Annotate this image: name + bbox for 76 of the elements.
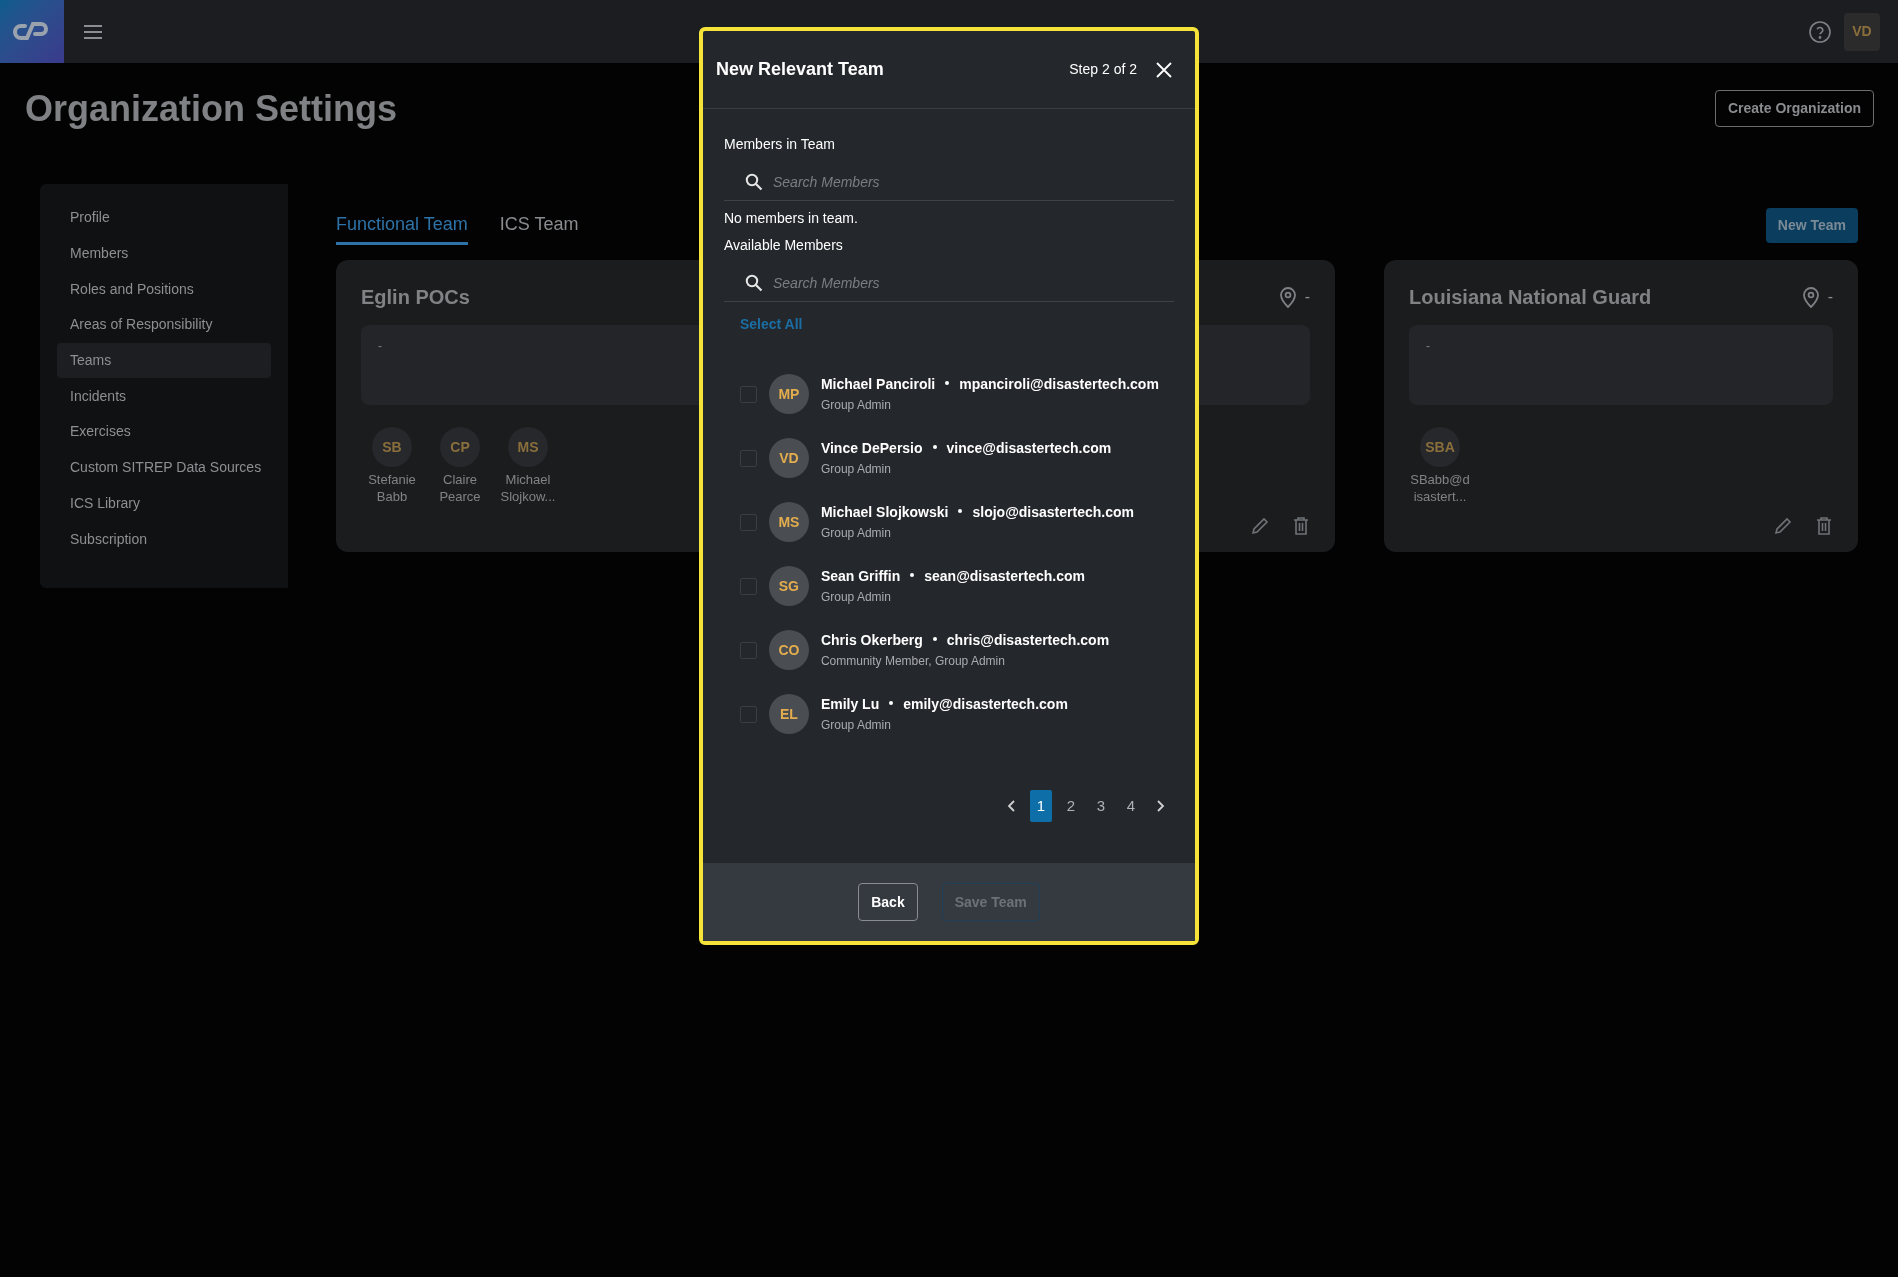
sidebar-item[interactable]: Incidents [57,378,271,415]
empty-message: No members in team. [724,209,859,228]
description-text: - [378,339,382,353]
member-name: Claire Pearce [438,471,482,505]
member-name: Chris Okerberg [820,630,923,649]
search-icon [745,173,763,191]
page-button[interactable]: 1 [1030,790,1052,822]
sidebar-item[interactable]: Roles and Positions [57,271,271,308]
sidebar-item[interactable]: ICS Library [57,485,271,522]
sidebar-item[interactable]: Teams [57,342,271,379]
sidebar-item[interactable]: Exercises [57,414,271,450]
member-avatar: MP [768,374,809,414]
location-pin-icon [1801,286,1820,308]
user-avatar[interactable]: VD [1844,12,1880,51]
help-icon[interactable] [1808,19,1832,44]
member-avatar: CO [768,630,809,670]
member-email: slojo@disastertech.com [972,502,1134,521]
sidebar-item[interactable]: Profile [57,200,271,236]
member-avatar: SG [768,566,809,606]
search-icon [745,274,763,292]
member-name: Sean Griffin [820,566,901,585]
member-roles: Group Admin [820,716,892,734]
pencil-icon[interactable] [1773,516,1793,536]
tab[interactable]: Functional Team [336,212,468,245]
sidebar-item[interactable]: Areas of Responsibility [57,307,271,343]
sidebar-item[interactable]: Members [57,235,271,272]
search-input[interactable]: Search Members [773,268,1153,298]
search-input[interactable]: Search Members [773,167,1153,197]
card-title: Louisiana National Guard [1409,285,1652,310]
trash-icon[interactable] [1292,516,1310,536]
page-button[interactable]: 2 [1060,790,1082,822]
modal-title: New Relevant Team [716,58,884,81]
section-heading: Available Members [724,236,844,255]
member-name: Michael Panciroli [820,374,936,393]
new-team-button[interactable]: New Team [1765,208,1858,243]
member-avatar: SBA [1420,427,1460,467]
member-avatar: CP [440,427,480,467]
location-text: - [1827,287,1833,307]
member-email: mpanciroli@disastertech.com [959,374,1159,393]
step-indicator: Step 2 of 2 [1069,60,1137,79]
member-avatar: MS [768,502,809,542]
sidebar-item[interactable]: Subscription [57,521,271,557]
member-name: Michael Slojkow... [499,471,557,505]
member-name: Stefanie Babb [367,471,417,505]
member-name: Vince DePersio [820,438,923,457]
tab[interactable]: ICS Team [499,212,579,245]
member-roles: Group Admin [820,524,892,542]
page-button[interactable]: 4 [1120,790,1142,822]
card-title: Eglin POCs [361,285,470,310]
member-avatar: EL [768,694,809,734]
location-text: - [1304,287,1310,307]
member-email: emily@disastertech.com [903,694,1068,713]
section-heading: Members in Team [724,135,836,154]
trash-icon[interactable] [1815,516,1833,536]
sidebar-item[interactable]: Custom SITREP Data Sources [57,449,271,486]
member-email: sean@disastertech.com [924,566,1085,585]
member-roles: Group Admin [820,588,892,606]
member-name: Michael Slojkowski [820,502,949,521]
create-organization-button[interactable]: Create Organization [1714,90,1874,127]
member-roles: Community Member, Group Admin [820,652,1006,670]
page-button[interactable]: 3 [1090,790,1112,822]
member-email: chris@disastertech.com [946,630,1110,649]
page-title: Organization Settings [25,87,398,131]
description-text: - [1426,339,1430,353]
app-logo[interactable] [0,0,64,63]
pencil-icon[interactable] [1250,516,1270,536]
location-pin-icon [1278,286,1297,308]
member-name: SBabb@disastert... [1409,471,1471,505]
member-email: vince@disastertech.com [946,438,1112,457]
dialog-button[interactable]: Back [858,883,918,921]
member-avatar: SB [372,427,412,467]
member-roles: Group Admin [820,460,892,478]
member-name: Emily Lu [820,694,880,713]
member-avatar: VD [768,438,809,478]
member-roles: Group Admin [820,396,892,414]
member-avatar: MS [508,427,548,467]
